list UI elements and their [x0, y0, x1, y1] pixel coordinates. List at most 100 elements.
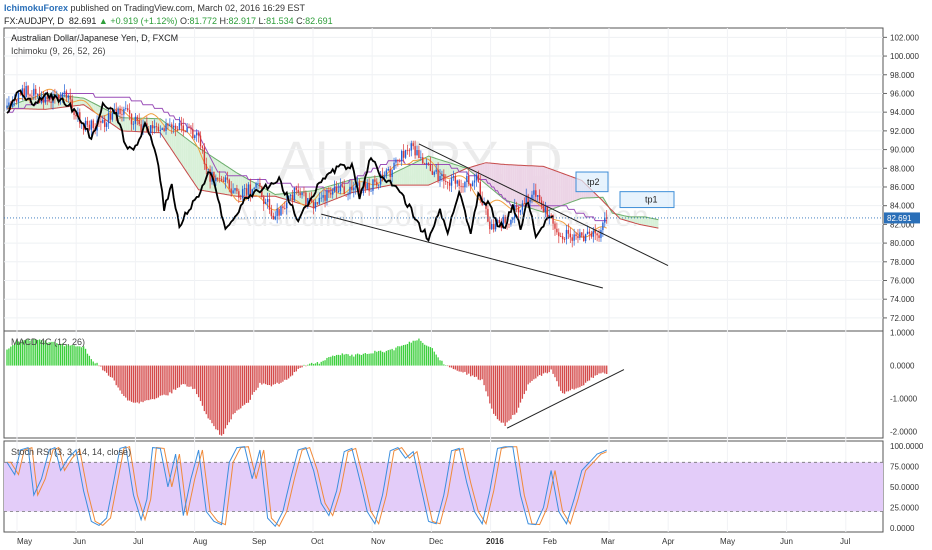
cloud-segment — [192, 143, 195, 185]
candle-body — [136, 116, 138, 121]
candle-body — [226, 177, 229, 180]
candle-body — [341, 185, 343, 187]
x-tick-label: Sep — [252, 537, 267, 546]
macd-bar — [420, 340, 422, 366]
candle-body — [598, 235, 600, 238]
candle-body — [92, 120, 94, 129]
cloud-segment — [183, 136, 186, 170]
macd-bar — [604, 365, 606, 374]
candle-body — [491, 223, 493, 230]
macd-bar — [276, 365, 278, 383]
candle-body — [353, 187, 355, 191]
macd-bar — [96, 362, 98, 366]
macd-bar — [278, 365, 280, 384]
candle-body — [372, 179, 374, 191]
macd-bar — [243, 365, 246, 405]
candle-body — [469, 183, 472, 187]
macd-bar — [117, 365, 119, 388]
macd-bar — [167, 365, 169, 396]
macd-bar — [565, 365, 568, 392]
candle-body — [554, 223, 556, 229]
chart-area[interactable]: AUDJPY, D Australian Dollar/Japanese Yen… — [0, 0, 932, 550]
y-tick-label: 86.000 — [890, 183, 915, 192]
macd-bar — [546, 365, 548, 374]
candle-body — [538, 195, 541, 201]
candle-body — [596, 233, 598, 236]
macd-bar — [148, 365, 150, 401]
candle-body — [289, 194, 292, 196]
candle-body — [347, 194, 349, 196]
macd-bar — [161, 365, 163, 396]
macd-bar — [257, 365, 259, 388]
macd-bar — [238, 365, 240, 410]
cloud-segment — [520, 165, 523, 206]
macd-bar — [127, 365, 129, 401]
macd-bar — [228, 365, 230, 423]
candle-body — [58, 95, 60, 99]
stoch-axis[interactable]: 100.0000 75.0000 50.0000 25.0000 0.0000 — [890, 442, 924, 533]
cloud-segment — [499, 163, 502, 197]
macd-bar — [424, 344, 426, 366]
y-tick-label: 74.000 — [890, 295, 915, 304]
macd-tick-label: 1.0000 — [890, 329, 915, 338]
candle-body — [65, 91, 68, 98]
macd-bar — [523, 365, 525, 395]
candle-body — [435, 169, 437, 172]
macd-bar — [418, 338, 420, 366]
macd-bar — [163, 365, 165, 395]
cloud-segment — [177, 131, 180, 162]
candle-body — [560, 236, 562, 238]
candle-body — [441, 174, 443, 177]
macd-bar — [429, 347, 432, 366]
candle-body — [182, 125, 184, 131]
macd-axis[interactable]: 1.0000 0.0000 -1.0000 -2.0000 — [890, 329, 918, 437]
cloud-segment — [646, 217, 649, 227]
candle-body — [316, 202, 319, 204]
candle-body — [326, 190, 328, 201]
price-axis[interactable]: 102.000 100.000 98.000 96.000 94.000 92.… — [890, 33, 919, 323]
candle-body — [268, 199, 271, 210]
candle-body — [535, 190, 537, 197]
candle-body — [600, 230, 602, 238]
candle-body — [207, 169, 209, 171]
cloud-segment — [397, 170, 400, 186]
candle-body — [155, 126, 158, 127]
time-axis[interactable]: May Jun Jul Aug Sep Oct Nov Dec 2016 Feb… — [17, 537, 850, 546]
macd-bar — [293, 365, 296, 373]
macd-bar — [571, 365, 573, 389]
macd-bar — [303, 364, 305, 366]
candle-body — [521, 203, 524, 211]
candle-body — [556, 228, 558, 233]
macd-bar — [393, 350, 395, 366]
macd-bar — [456, 365, 458, 371]
cloud-segment — [20, 101, 23, 109]
candle-body — [100, 121, 102, 123]
macd-bar — [464, 365, 466, 372]
candle-body — [69, 95, 71, 100]
macd-bar — [500, 365, 502, 423]
candle-body — [550, 215, 552, 216]
macd-bar — [491, 365, 493, 409]
macd-bar — [169, 365, 171, 393]
candle-body — [165, 123, 167, 132]
x-tick-label: Jun — [73, 537, 86, 546]
candle-body — [230, 188, 232, 194]
candle-body — [167, 123, 169, 126]
macd-bar — [339, 355, 342, 366]
y-tick-label: 78.000 — [890, 258, 915, 267]
macd-bar — [343, 354, 345, 366]
cloud-segment — [77, 97, 80, 106]
macd-bar — [602, 365, 604, 373]
macd-bar — [356, 353, 359, 366]
cloud-segment — [553, 169, 555, 209]
y-tick-label: 72.000 — [890, 314, 915, 323]
candle-body — [337, 191, 340, 193]
macd-bar — [90, 359, 92, 366]
cloud-segment — [495, 163, 498, 194]
candle-body — [412, 143, 414, 147]
cloud-segment — [125, 117, 128, 132]
candle-body — [130, 113, 133, 125]
macd-bar — [119, 365, 121, 391]
macd-bar — [203, 365, 205, 412]
macd-bar — [353, 356, 355, 366]
